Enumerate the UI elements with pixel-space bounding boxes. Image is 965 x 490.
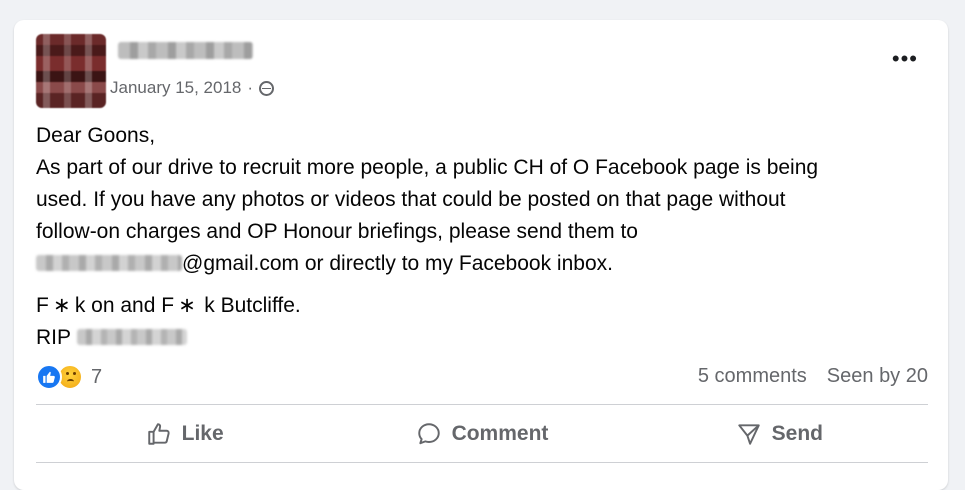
comments-count-link[interactable]: 5 comments bbox=[698, 365, 807, 388]
avatar[interactable] bbox=[36, 34, 106, 108]
comment-label: Comment bbox=[451, 422, 549, 445]
post-signoff: F ∗ k on and F ∗ k Butcliffe. bbox=[36, 294, 301, 317]
send-icon bbox=[737, 424, 760, 445]
post-line: used. If you have any photos or videos t… bbox=[36, 188, 786, 211]
email-redacted bbox=[36, 255, 182, 271]
send-label: Send bbox=[771, 422, 823, 445]
more-options-icon[interactable]: ••• bbox=[892, 48, 918, 70]
like-label: Like bbox=[181, 422, 224, 445]
comment-button[interactable]: Comment bbox=[333, 412, 630, 456]
post-stats: 5 comments Seen by 20 bbox=[698, 365, 928, 388]
divider bbox=[36, 404, 928, 405]
reactions-summary[interactable]: 7 bbox=[36, 364, 102, 390]
email-suffix: @gmail.com or directly to my Facebook in… bbox=[182, 252, 613, 275]
rip-name-redacted bbox=[77, 329, 188, 345]
post-body: Dear Goons, As part of our drive to recr… bbox=[36, 120, 916, 354]
divider bbox=[36, 462, 928, 463]
post-line: As part of our drive to recruit more peo… bbox=[36, 156, 819, 179]
comment-bubble-icon bbox=[417, 423, 440, 445]
like-button[interactable]: Like bbox=[36, 412, 333, 456]
post-rip-line: RIP bbox=[36, 322, 916, 354]
author-name-redacted[interactable] bbox=[118, 42, 253, 59]
post-line-email: @gmail.com or directly to my Facebook in… bbox=[36, 248, 916, 280]
reaction-count: 7 bbox=[91, 365, 103, 388]
globe-icon[interactable] bbox=[259, 80, 275, 96]
post-actions: Like Comment Send bbox=[36, 412, 928, 456]
post-meta: January 15, 2018 · bbox=[110, 78, 275, 98]
facebook-post-card: January 15, 2018 · ••• Dear Goons, As pa… bbox=[14, 20, 948, 490]
post-line: Dear Goons, bbox=[36, 124, 156, 147]
meta-separator: · bbox=[247, 78, 254, 97]
post-line: follow-on charges and OP Honour briefing… bbox=[36, 220, 638, 243]
like-reaction-icon bbox=[36, 364, 62, 390]
send-button[interactable]: Send bbox=[631, 412, 928, 456]
rip-label: RIP bbox=[36, 326, 72, 349]
thumbs-up-icon bbox=[147, 423, 170, 445]
seen-by-count[interactable]: Seen by 20 bbox=[827, 365, 928, 388]
post-date[interactable]: January 15, 2018 bbox=[110, 78, 241, 98]
